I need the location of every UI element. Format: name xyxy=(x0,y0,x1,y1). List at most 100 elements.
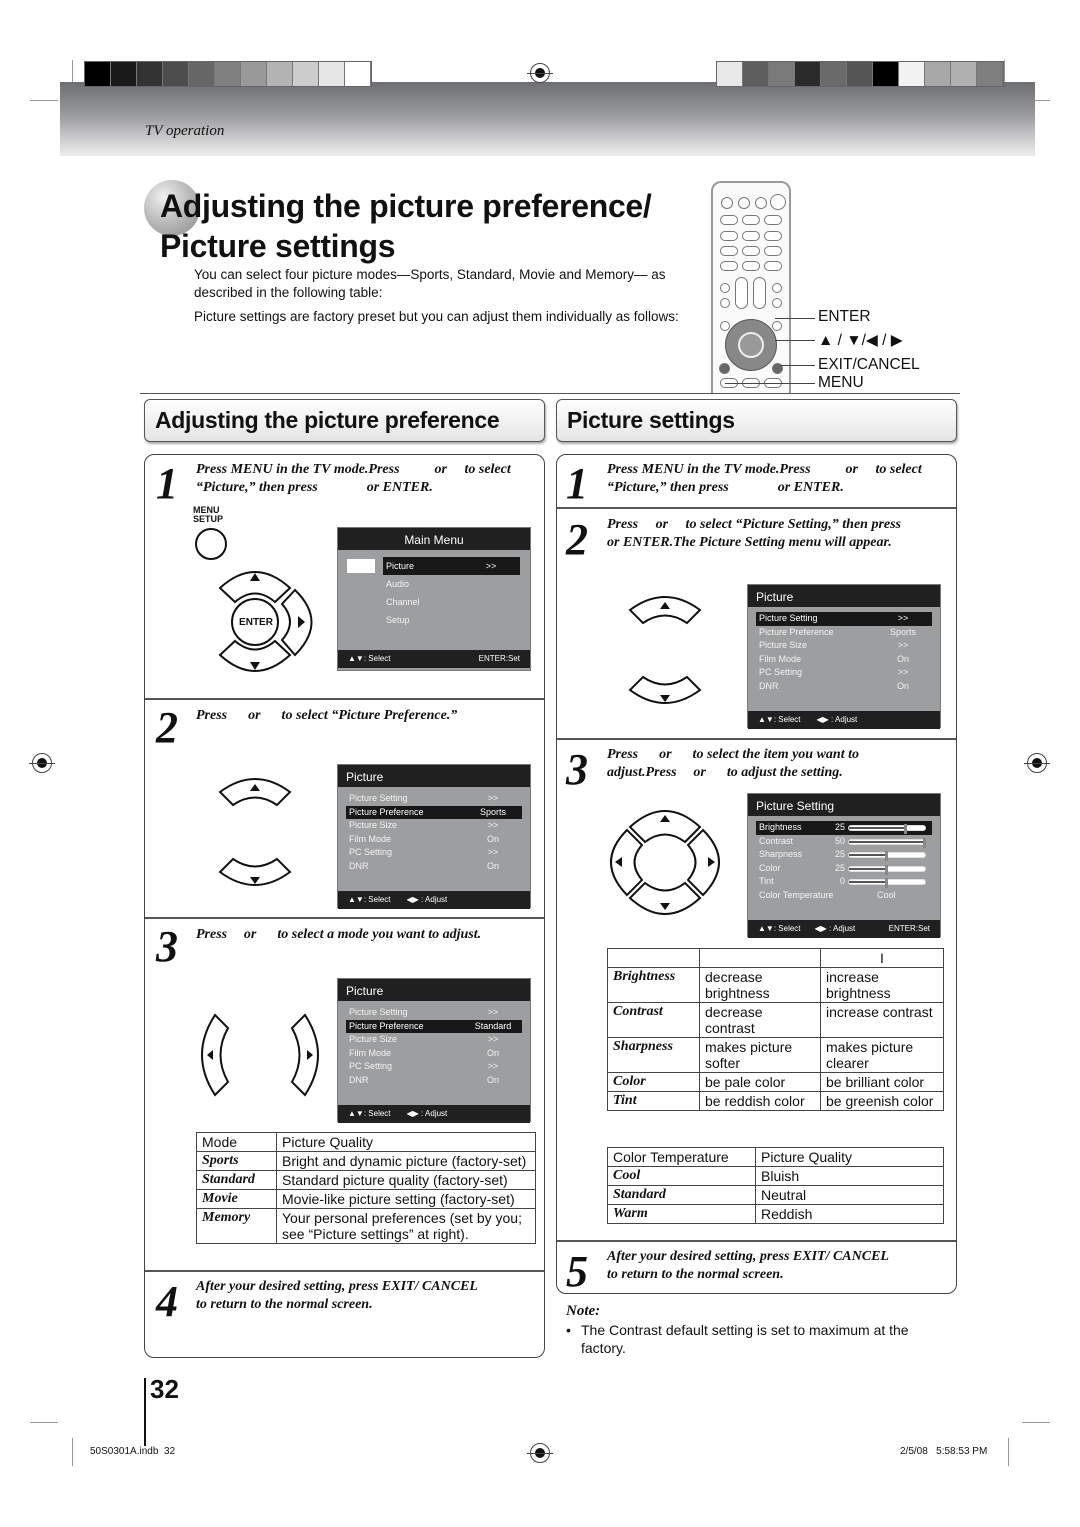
osd-menu-item[interactable]: DNR On xyxy=(346,860,522,874)
adjustment-table: I Brightness decrease brightness increase b… xyxy=(607,948,944,1111)
osd-footer-select: ▲▼: Select xyxy=(348,895,391,904)
osd-item-label: Audio xyxy=(386,579,410,589)
osd-menu-item[interactable]: Picture Preference Sports xyxy=(756,626,932,640)
osd-menu-item[interactable]: Picture Size >> xyxy=(346,1033,522,1047)
table-row: Brightness decrease brightness increase br… xyxy=(607,967,944,1003)
osd-menu-item[interactable]: Picture Preference Sports xyxy=(346,805,522,819)
osd-slider-track[interactable] xyxy=(848,837,926,848)
crop-mark xyxy=(72,1438,73,1466)
osd-menu-item[interactable]: Picture Preference Standard xyxy=(346,1019,522,1033)
step-instruction: Press or to select “Picture Setting,” th… xyxy=(607,517,915,550)
osd-slider-handle[interactable] xyxy=(885,851,888,861)
color-swatch xyxy=(319,62,345,86)
table-cell: Color xyxy=(607,1072,700,1092)
osd-item-label: Film Mode xyxy=(349,1047,392,1058)
remote-button xyxy=(764,231,782,241)
osd-slider-row[interactable]: Brightness 25 xyxy=(756,821,932,835)
page-title-line1: Adjusting the picture preference/ xyxy=(160,188,652,224)
table-header-row: Color Temperature Picture Quality xyxy=(607,1147,944,1167)
osd-menu-item[interactable]: Picture Size >> xyxy=(346,819,522,833)
osd-item-value: >> xyxy=(897,613,909,623)
remote-button xyxy=(742,261,760,271)
table-cell: Movie xyxy=(196,1189,277,1209)
remote-button xyxy=(742,215,760,225)
osd-slider-handle[interactable] xyxy=(923,837,926,848)
table-header-cell: Picture Quality xyxy=(755,1147,944,1167)
remote-button xyxy=(742,246,760,256)
table-header-cell: I xyxy=(820,948,944,968)
osd-menu-item[interactable]: DNR On xyxy=(346,1074,522,1088)
osd-item-label: Picture Preference xyxy=(349,806,424,817)
osd-footer: ▲▼: Select ◀▶ : Adjust xyxy=(338,1105,530,1123)
registration-mark-icon xyxy=(527,63,553,83)
osd-slider-fill xyxy=(849,854,887,856)
note-label: Note: xyxy=(566,1303,601,1319)
osd-item-value: On xyxy=(486,1074,499,1085)
color-swatch xyxy=(925,62,951,86)
remote-button xyxy=(720,298,730,308)
osd-item-label: PC Setting xyxy=(349,847,393,857)
osd-slider-handle[interactable] xyxy=(885,878,888,888)
up-down-buttons-icon xyxy=(628,596,702,704)
remote-label-arrows: ▲ / ▼/◀ / ▶ xyxy=(818,332,903,349)
osd-menu-item[interactable]: Picture >> xyxy=(383,557,520,575)
table-cell: Neutral xyxy=(755,1185,944,1205)
step-divider xyxy=(557,738,956,740)
step-number: 1 xyxy=(566,459,588,508)
osd-footer-adjust: ◀▶ : Adjust xyxy=(406,1109,448,1118)
table-row: Standard Neutral xyxy=(607,1185,944,1205)
remote-button xyxy=(720,283,730,293)
left-right-buttons-icon xyxy=(201,1013,319,1097)
osd-menu-item[interactable]: DNR On xyxy=(756,680,932,694)
osd-slider-label: Contrast xyxy=(759,835,794,846)
osd-item-label: Film Mode xyxy=(759,653,802,664)
osd-slider-row[interactable]: Sharpness 25 xyxy=(756,848,932,862)
osd-menu-item[interactable]: Audio xyxy=(383,575,520,593)
osd-slider-track[interactable] xyxy=(848,824,926,834)
color-swatch xyxy=(111,62,137,86)
table-cell: Bluish xyxy=(755,1166,944,1186)
osd-slider-track[interactable] xyxy=(848,864,926,875)
color-swatch xyxy=(189,62,215,86)
osd-menu-item[interactable]: PC Setting >> xyxy=(346,1060,522,1074)
osd-slider-track[interactable] xyxy=(848,851,926,861)
step-instruction: Press MENU in the TV mode.Press or to se… xyxy=(607,462,922,495)
osd-menu-item[interactable]: Picture Setting >> xyxy=(346,1006,522,1020)
osd-slider-track[interactable] xyxy=(848,878,926,888)
osd-menu-item[interactable]: Film Mode On xyxy=(756,653,932,667)
osd-menu-item[interactable]: Picture Size >> xyxy=(756,639,932,653)
table-row: Warm Reddish xyxy=(607,1204,944,1224)
osd-slider-row[interactable]: Tint 0 xyxy=(756,875,932,889)
osd-slider-row[interactable]: Color 25 xyxy=(756,862,932,876)
section-heading-settings: Picture settings xyxy=(556,399,957,442)
osd-menu-item[interactable]: Film Mode On xyxy=(346,833,522,847)
osd-title: Picture xyxy=(338,765,530,787)
table-row: Contrast decrease contrast increase contra… xyxy=(607,1002,944,1038)
step-instruction: After your desired setting, press EXIT/ … xyxy=(196,1279,478,1312)
osd-menu-item[interactable]: Setup xyxy=(383,611,520,629)
section-label: TV operation xyxy=(145,123,225,139)
osd-menu-item[interactable]: PC Setting >> xyxy=(346,846,522,860)
table-cell: be brilliant color xyxy=(820,1072,944,1092)
osd-menu-item[interactable]: Color Temperature Cool xyxy=(756,889,932,903)
osd-item-value: Sports xyxy=(479,806,506,817)
osd-menu-item[interactable]: Picture Setting >> xyxy=(346,792,522,806)
osd-slider-row[interactable]: Contrast 50 xyxy=(756,835,932,849)
color-bar-right xyxy=(716,61,1004,87)
osd-slider-handle[interactable] xyxy=(885,864,888,875)
osd-slider-handle[interactable] xyxy=(904,824,907,834)
osd-footer: ▲▼: Select ◀▶ : Adjust xyxy=(338,891,530,909)
picture-menu-osd: Picture Picture Setting >> Picture Prefere… xyxy=(337,978,531,1123)
osd-menu-item[interactable]: Picture Setting >> xyxy=(756,612,932,626)
table-cell: Standard xyxy=(196,1170,277,1190)
step-divider xyxy=(557,1240,956,1242)
osd-menu-item[interactable]: Channel xyxy=(383,593,520,611)
crop-mark xyxy=(1022,1422,1050,1423)
osd-menu-item[interactable]: Film Mode On xyxy=(346,1047,522,1061)
osd-footer-select: ▲▼: Select xyxy=(348,654,391,663)
remote-button xyxy=(720,261,738,271)
table-cell: Sports xyxy=(196,1151,277,1171)
intro-paragraph: You can select four picture modes—Sports… xyxy=(194,267,666,300)
osd-menu-item[interactable]: PC Setting >> xyxy=(756,666,932,680)
osd-footer-adjust: ◀▶ : Adjust xyxy=(814,924,856,933)
